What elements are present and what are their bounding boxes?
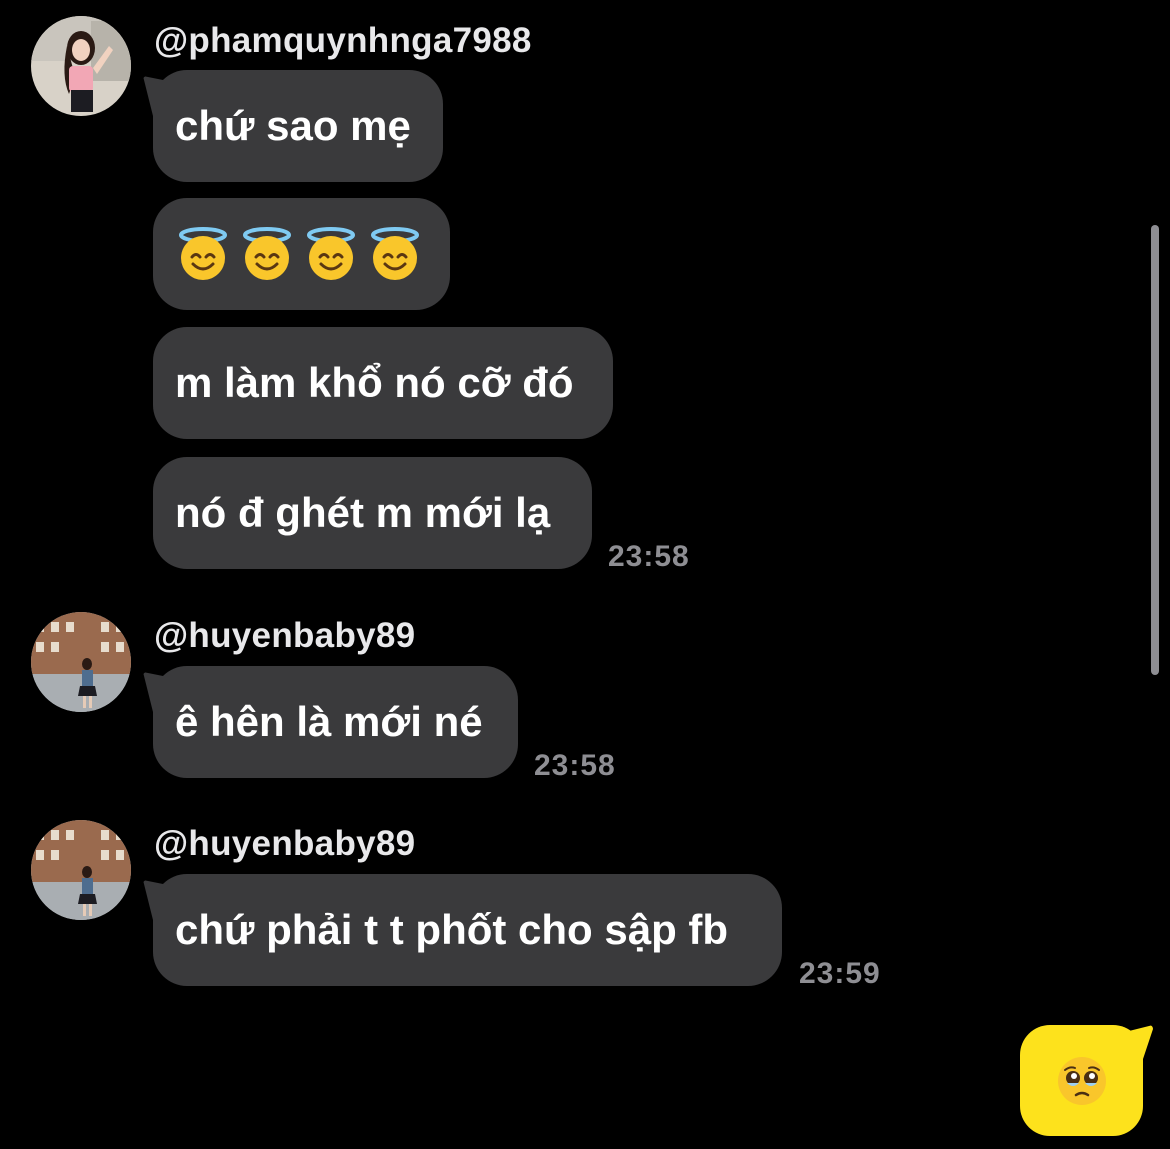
message-bubble[interactable]: ê hên là mới né [153,666,518,778]
message-timestamp: 23:59 [799,957,881,990]
avatar[interactable] [31,820,131,920]
sender-username[interactable]: @huyenbaby89 [154,616,415,656]
message-bubble[interactable]: nó đ ghét m mới lạ [153,457,592,569]
avatar-photo-icon [31,820,131,920]
message-text: nó đ ghét m mới lạ [175,489,551,536]
smiling-face-with-halo-icon [243,227,291,280]
message-text: chứ sao mẹ [175,102,411,149]
pleading-face-icon [1057,1056,1106,1105]
smiling-face-with-halo-icon [307,227,355,280]
sender-username[interactable]: @phamquynhnga7988 [154,21,532,61]
avatar-photo-icon [31,16,131,116]
sender-username[interactable]: @huyenbaby89 [154,824,415,864]
emoji-message-bubble[interactable] [153,198,450,310]
message-bubble[interactable]: chứ phải t t phốt cho sập fb [153,874,782,986]
message-timestamp: 23:58 [608,540,690,573]
smiling-face-with-halo-icon [371,227,419,280]
smiling-face-with-halo-icon [179,227,227,280]
avatar[interactable] [31,16,131,116]
message-text: chứ phải t t phốt cho sập fb [175,906,729,953]
message-timestamp: 23:58 [534,749,616,782]
message-text: ê hên là mới né [175,698,483,745]
scrollbar[interactable] [1151,225,1159,675]
avatar[interactable] [31,612,131,712]
avatar-photo-icon [31,612,131,712]
message-bubble[interactable]: chứ sao mẹ [153,70,443,182]
message-text: m làm khổ nó cỡ đó [175,359,574,406]
reaction-bubble[interactable] [1020,1025,1143,1136]
message-bubble[interactable]: m làm khổ nó cỡ đó [153,327,613,439]
